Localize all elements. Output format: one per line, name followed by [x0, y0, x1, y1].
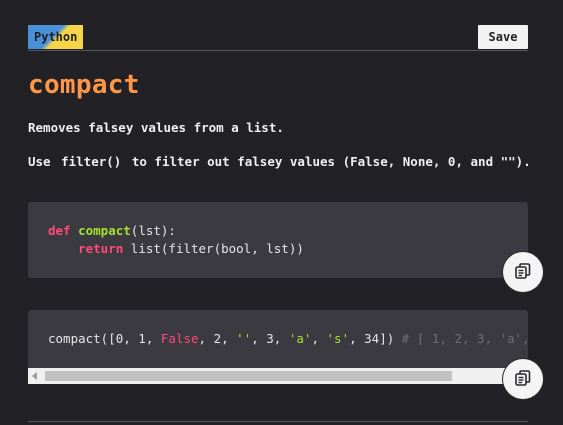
section-divider	[28, 421, 528, 422]
usage-inline-code: filter()	[61, 154, 122, 169]
clipboard-copy-icon	[514, 262, 532, 283]
return-expression: list(filter(bool, lst))	[123, 241, 304, 256]
clipboard-copy-icon	[514, 369, 532, 390]
function-name: compact	[78, 223, 131, 238]
return-keyword: return	[78, 241, 124, 256]
example-output-comment: # [ 1, 2, 3, 'a', 's', 34 ]	[401, 331, 528, 346]
false-literal: False	[160, 331, 199, 346]
copy-code-button[interactable]	[503, 252, 543, 292]
language-tag: Python	[28, 25, 84, 49]
function-signature: (lst):	[130, 223, 176, 238]
horizontal-scrollbar[interactable]	[28, 368, 510, 384]
source-code-block: def compact(lst): return list(filter(boo…	[28, 202, 528, 278]
code-line-1: def compact(lst):	[48, 223, 176, 238]
snippet-description: Removes falsey values from a list.	[28, 120, 284, 135]
example-line: compact([0, 1, False, 2, '', 3, 'a', 's'…	[48, 331, 528, 346]
def-keyword: def	[48, 223, 71, 238]
save-button[interactable]: Save	[478, 25, 528, 49]
scrollbar-thumb[interactable]	[45, 371, 452, 381]
arrow-left-icon[interactable]	[32, 372, 37, 380]
usage-prefix: Use	[28, 154, 51, 169]
snippet-header: Python Save	[28, 25, 528, 51]
snippet-usage: Use filter() to filter out falsey values…	[28, 154, 531, 169]
code-line-2: return list(filter(bool, lst))	[48, 241, 304, 256]
copy-example-button[interactable]	[503, 359, 543, 399]
usage-suffix: to filter out falsey values (False, None…	[131, 154, 531, 169]
snippet-title: compact	[28, 70, 140, 100]
